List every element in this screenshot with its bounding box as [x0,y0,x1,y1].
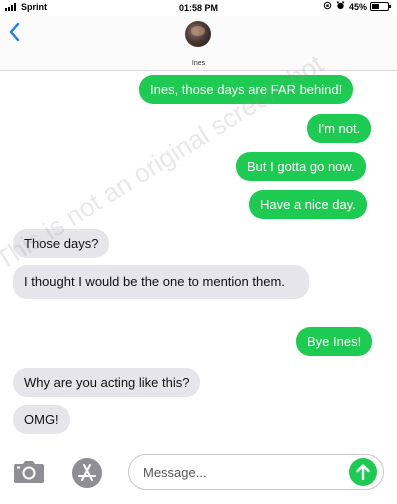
app-store-icon [72,458,102,488]
message-bubble-sent[interactable]: Ines, those days are FAR behind! [139,75,354,104]
message-input[interactable] [128,454,384,490]
message-thread: Ines, those days are FAR behind! I'm not… [0,0,397,504]
arrow-up-icon [356,464,370,481]
send-button[interactable] [349,458,377,486]
camera-button[interactable] [13,460,45,484]
composer-bar [0,448,397,498]
message-bubble-received[interactable]: OMG! [13,405,70,434]
app-store-button[interactable] [71,457,103,489]
camera-icon [14,461,44,483]
message-bubble-sent[interactable]: But I gotta go now. [236,152,366,181]
message-bubble-received[interactable]: I thought I would be the one to mention … [13,265,309,299]
message-bubble-sent[interactable]: Bye Ines! [296,327,373,356]
message-bubble-received[interactable]: Those days? [13,229,110,258]
message-bubble-received[interactable]: Why are you acting like this? [13,368,201,397]
message-bubble-sent[interactable]: I'm not. [307,114,372,143]
message-bubble-sent[interactable]: Have a nice day. [249,190,367,219]
